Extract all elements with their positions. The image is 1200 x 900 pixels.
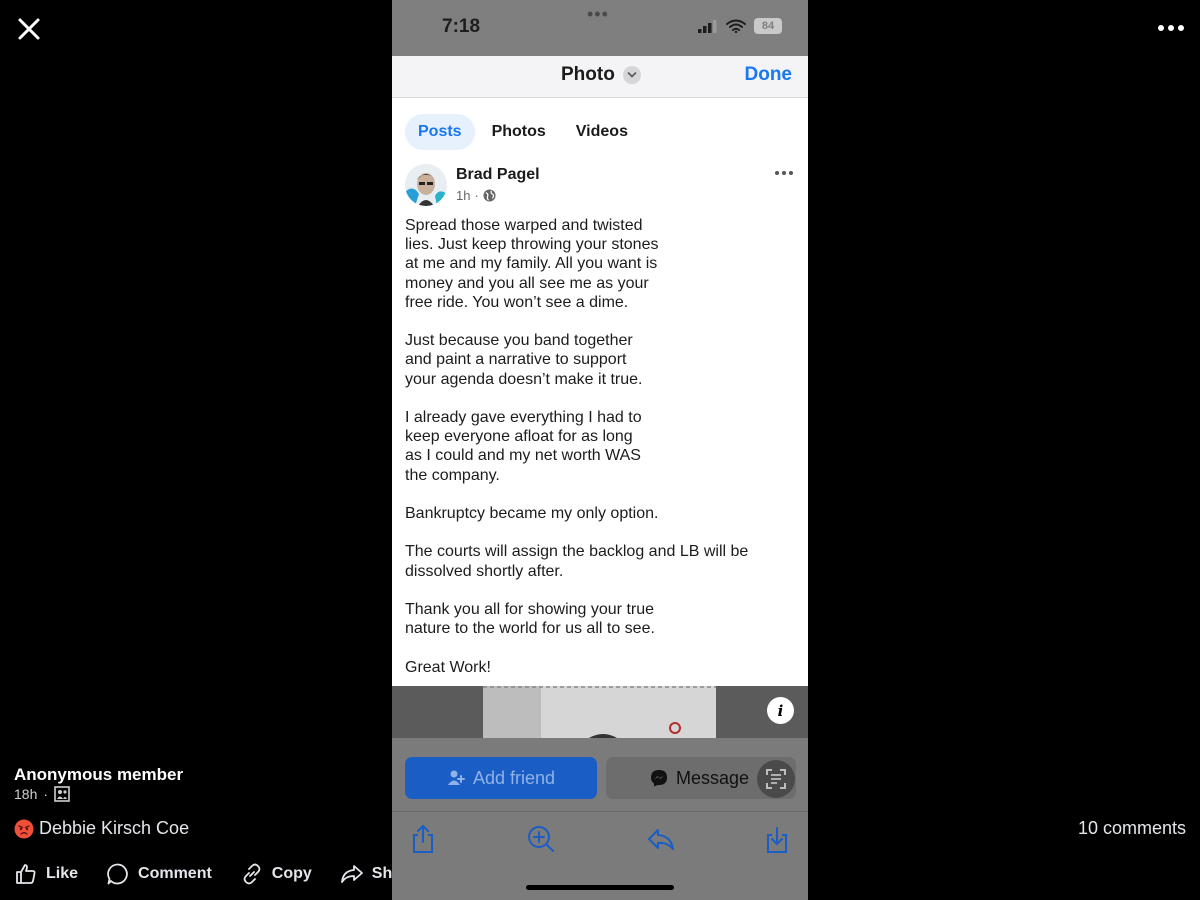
comment-label: Comment xyxy=(138,865,212,882)
post-line: free ride. You won’t see a dime. xyxy=(405,293,629,311)
tab-videos[interactable]: Videos xyxy=(563,114,641,150)
phone-bottom-area: Add friend Message xyxy=(392,738,808,900)
post-line: as I could and my net worth WAS xyxy=(405,447,641,465)
post-line: I already gave everything I had to xyxy=(405,409,642,426)
meta-separator: · xyxy=(474,188,479,203)
profile-tabs: Posts Photos Videos xyxy=(405,114,641,150)
meta-separator: · xyxy=(43,786,49,802)
photo-thumbnail xyxy=(483,686,716,738)
photo-title-dropdown[interactable]: Photo xyxy=(561,64,641,86)
wifi-icon xyxy=(726,19,746,33)
reactor-name: Debbie Kirsch Coe xyxy=(39,818,190,838)
post-line: Just because you band together xyxy=(405,332,633,350)
post-time: 1h xyxy=(456,188,471,203)
post-paragraph: Thank you all for showing your true natu… xyxy=(405,600,775,638)
status-time: 7:18 xyxy=(442,16,481,37)
post-author[interactable]: Brad Pagel xyxy=(456,166,540,184)
post-line: The courts will assign the backlog and L… xyxy=(405,543,749,561)
comment-bubble-icon xyxy=(106,862,130,886)
tab-posts[interactable]: Posts xyxy=(405,114,475,150)
status-icons: 84 xyxy=(698,18,782,34)
post-line: money and you all see me as your xyxy=(405,274,649,292)
close-icon[interactable] xyxy=(14,14,44,44)
post-line: Spread those warped and twisted xyxy=(405,217,643,234)
share-arrow-icon xyxy=(340,862,364,886)
post-text: Spread those warped and twisted lies. Ju… xyxy=(405,216,775,696)
photo-nav-header: Photo Done xyxy=(392,56,808,98)
post-paragraph: Just because you band together and paint… xyxy=(405,331,775,389)
more-options-icon[interactable] xyxy=(1156,18,1186,38)
poster-name[interactable]: Anonymous member xyxy=(14,765,183,785)
post-paragraph: Great Work! xyxy=(405,658,775,677)
post-meta: 1h · xyxy=(456,188,496,203)
phone-status-bar: ••• 7:18 84 xyxy=(392,0,808,56)
text-scan-icon[interactable] xyxy=(757,760,795,798)
chevron-down-icon xyxy=(622,66,641,84)
post-line: keep everyone afloat for as long xyxy=(405,428,633,446)
done-button[interactable]: Done xyxy=(745,64,793,86)
grabber-dots: ••• xyxy=(587,4,609,24)
action-bar: Like Comment Copy Share xyxy=(14,862,416,886)
post-paragraph: Spread those warped and twisted lies. Ju… xyxy=(405,216,775,312)
copy-link-button[interactable]: Copy xyxy=(240,862,312,886)
post-line: lies. Just keep throwing your stones xyxy=(405,236,659,254)
zoom-in-icon[interactable] xyxy=(526,824,554,854)
post-options-icon[interactable] xyxy=(774,168,794,178)
angry-reaction-icon xyxy=(14,819,34,839)
photo-preview-strip: i xyxy=(392,686,808,738)
post-line: Thank you all for showing your true xyxy=(405,600,655,618)
comment-button[interactable]: Comment xyxy=(106,862,212,886)
avatar[interactable] xyxy=(405,164,447,206)
signal-icon xyxy=(698,19,718,33)
share-sheet-icon[interactable] xyxy=(410,824,436,854)
post-line: Bankruptcy became my only option. xyxy=(405,505,659,522)
poster-meta: 18h · xyxy=(14,786,70,802)
reply-arrow-icon[interactable] xyxy=(647,824,674,854)
link-icon xyxy=(240,862,264,886)
add-friend-button[interactable]: Add friend xyxy=(405,757,597,799)
like-label: Like xyxy=(46,865,79,882)
download-icon[interactable] xyxy=(764,824,790,854)
post-line: at me and my family. All you want is xyxy=(405,255,658,273)
screenshot-content: Posts Photos Videos Brad Pagel 1h · Spre… xyxy=(392,98,808,686)
thumbs-up-icon xyxy=(14,862,38,886)
post-line: dissolved shortly after. xyxy=(405,562,564,580)
globe-icon xyxy=(483,189,496,202)
reaction-summary[interactable]: Debbie Kirsch Coe xyxy=(14,818,189,839)
photo-title: Photo xyxy=(561,64,615,85)
comments-count[interactable]: 10 comments xyxy=(1078,818,1186,839)
post-line: and paint a narrative to support xyxy=(405,351,627,369)
copy-label: Copy xyxy=(271,865,312,882)
info-icon[interactable]: i xyxy=(767,697,794,724)
add-person-icon xyxy=(447,769,465,787)
photo-image: ••• 7:18 84 Photo Done Posts Photos Vide… xyxy=(392,0,808,900)
post-line: the company. xyxy=(405,466,500,484)
post-time: 18h xyxy=(14,786,38,802)
message-label: Message xyxy=(676,767,750,788)
post-paragraph: I already gave everything I had to keep … xyxy=(405,408,775,485)
post-line: nature to the world for us all to see. xyxy=(405,620,655,638)
group-members-icon xyxy=(54,786,70,802)
photo-toolbar xyxy=(392,824,808,854)
post-paragraph: Bankruptcy became my only option. xyxy=(405,504,775,523)
home-indicator xyxy=(526,885,674,890)
like-button[interactable]: Like xyxy=(14,862,78,886)
add-friend-label: Add friend xyxy=(472,767,556,788)
messenger-icon xyxy=(650,769,668,787)
battery-icon: 84 xyxy=(754,18,782,34)
post-paragraph: The courts will assign the backlog and L… xyxy=(405,542,775,580)
divider xyxy=(392,811,808,812)
tab-photos[interactable]: Photos xyxy=(479,114,559,150)
post-line: your agenda doesn’t make it true. xyxy=(405,370,643,388)
post-line: Great Work! xyxy=(405,658,491,676)
